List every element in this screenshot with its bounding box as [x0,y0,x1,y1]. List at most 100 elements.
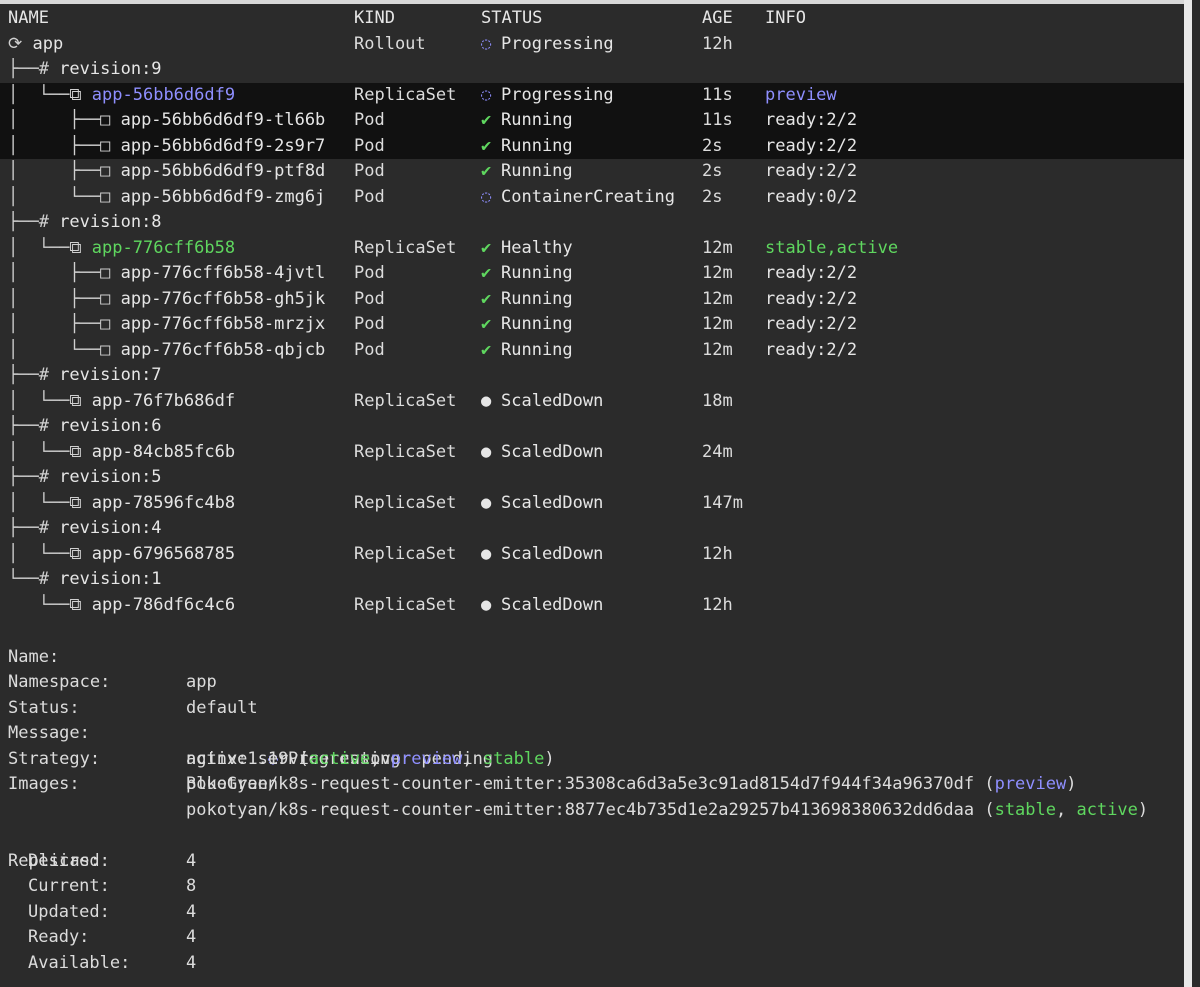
progress-icon: ◌ [481,84,492,105]
row-status-text: Progressing [501,84,614,105]
row-name-cell: │ ├──□ app-776cff6b58-4jvtl [8,261,325,287]
row-name: app-6796568785 [91,543,236,564]
replica-value: 4 [186,927,197,947]
table-row[interactable]: │ ├──□ app-776cff6b58-4jvtl Pod ✔ Running 12… [0,261,1192,287]
row-age: 12h [702,543,733,564]
table-row[interactable]: ├──# revision:4 [0,516,1192,542]
replica-value: 4 [186,850,197,871]
row-kind: Pod [354,288,385,309]
table-row[interactable]: │ └──⧉ app-6796568785 ReplicaSet ● ScaledDo… [0,542,1192,568]
row-kind: ReplicaSet [354,492,457,513]
header-kind: KIND [354,8,395,28]
row-kind: Pod [354,339,385,360]
row-kind: ReplicaSet [354,237,457,258]
row-status-text: Running [501,161,573,181]
image-value: pokotyan/k8s-request-counter-emitter:353… [186,774,1077,794]
row-info: ready:2/2 [765,161,858,181]
row-status: ● ScaledDown [481,440,603,466]
row-info: ready:2/2 [765,314,858,334]
table-row[interactable]: │ ├──□ app-776cff6b58-gh5jk Pod ✔ Running 12… [0,287,1192,313]
table-row[interactable]: ├──# revision:8 [0,210,1192,236]
row-kind: ReplicaSet [354,441,457,462]
image-tag: active [1076,799,1138,820]
row-status: ◌ Progressing [481,32,614,58]
table-row[interactable]: │ └──⧉ app-78596fc4b8 ReplicaSet ● ScaledDo… [0,491,1192,517]
tree-connector: │ └──⧉ [8,441,92,462]
row-name-cell: └──# revision:1 [8,567,162,593]
row-status-text: ScaledDown [501,390,604,411]
row-name: app-776cff6b58-qbjcb [120,339,326,360]
table-row[interactable]: ⟳ app Rollout ◌ Progressing 12h [0,32,1192,58]
table-row[interactable]: │ ├──□ app-56bb6d6df9-ptf8d Pod ✔ Running 2s… [0,159,1192,185]
table-row[interactable]: │ └──⧉ app-76f7b686df ReplicaSet ● ScaledDo… [0,389,1192,415]
row-kind: Pod [354,135,385,156]
row-age: 18m [702,390,733,411]
table-row[interactable]: │ └──⧉ app-776cff6b58 ReplicaSet ✔ Healthy 1… [0,236,1192,262]
check-icon: ✔ [481,263,492,283]
row-name: revision:9 [59,59,162,79]
row-age: 12m [702,288,733,309]
dot-icon: ● [481,543,492,564]
table-row[interactable]: └──# revision:1 [0,567,1192,593]
row-status: ◌ Progressing [481,83,614,109]
table-row[interactable]: │ ├──□ app-56bb6d6df9-tl66b Pod ✔ Running 11… [0,108,1192,134]
tree-connector: │ └──□ [8,186,121,207]
table-row[interactable]: │ ├──□ app-56bb6d6df9-2s9r7 Pod ✔ Running 2s… [0,133,1192,160]
replica-row: Ready: 4 [0,925,1192,951]
image-row: pokotyan/k8s-request-counter-emitter:353… [0,772,1192,798]
row-age: 2s [702,135,723,156]
table-row[interactable]: ├──# revision:7 [0,363,1192,389]
tree-connector: ├──# [8,365,60,385]
row-status-text: Running [501,135,573,156]
replica-value: 8 [186,876,197,896]
row-kind: ReplicaSet [354,594,457,615]
row-name-cell: │ └──⧉ app-76f7b686df [8,389,235,415]
table-row[interactable]: │ └──□ app-776cff6b58-qbjcb Pod ✔ Running 12… [0,338,1192,364]
row-name: app [32,33,64,54]
row-name-cell: │ └──⧉ app-6796568785 [8,542,235,568]
replica-label: Ready: [28,927,90,947]
table-row[interactable]: │ └──⧉ app-56bb6d6df9 ReplicaSet ◌ Progress… [0,82,1192,109]
dot-icon: ● [481,441,492,462]
tree-connector: │ └──⧉ [8,390,92,411]
tree-connector: │ └──⧉ [8,84,92,105]
tree-connector: ├──# [8,518,60,538]
table-row[interactable]: │ ├──□ app-776cff6b58-mrzjx Pod ✔ Running 12… [0,312,1192,338]
check-icon: ✔ [481,288,492,309]
image-tag: preview [994,774,1067,794]
header-info: INFO [765,8,806,28]
table-row[interactable]: │ └──□ app-56bb6d6df9-zmg6j Pod ◌ Container… [0,185,1192,211]
row-info: stable,active [765,237,899,258]
row-info: ready:2/2 [765,110,858,130]
row-age: 12m [702,314,733,334]
row-status: ● ScaledDown [481,542,603,568]
row-name: app-776cff6b58 [91,237,236,258]
row-age: 12h [702,33,733,54]
row-info: ready:2/2 [765,135,858,156]
tree-connector: ⟳ [8,33,33,54]
row-name: revision:8 [59,212,162,232]
table-row[interactable]: ├──# revision:6 [0,414,1192,440]
row-name-cell: └──⧉ app-786df6c4c6 [8,593,235,619]
row-name: app-76f7b686df [91,390,236,411]
table-row[interactable]: ├──# revision:5 [0,465,1192,491]
image-row: pokotyan/k8s-request-counter-emitter:887… [0,798,1192,824]
table-row[interactable]: ├──# revision:9 [0,57,1192,83]
row-name: app-78596fc4b8 [91,492,236,513]
row-name-cell: │ ├──□ app-56bb6d6df9-2s9r7 [8,134,325,160]
tree-connector: │ ├──□ [8,314,121,334]
detail-status-row: Status: ◌ Progressing [0,670,1192,769]
row-kind: Pod [354,314,385,334]
creating-icon: ◌ [481,186,492,207]
replica-row: Updated: 4 [0,900,1192,926]
table-row[interactable]: │ └──⧉ app-84cb85fc6b ReplicaSet ● ScaledDo… [0,440,1192,466]
row-info: preview [765,84,837,105]
row-name: revision:4 [59,518,162,538]
row-name-cell: │ └──□ app-776cff6b58-qbjcb [8,338,325,364]
check-icon: ✔ [481,339,492,360]
image-value: pokotyan/k8s-request-counter-emitter:887… [186,799,1149,820]
table-row[interactable]: └──⧉ app-786df6c4c6 ReplicaSet ● ScaledDown… [0,593,1192,619]
dot-icon: ● [481,594,492,615]
row-status: ● ScaledDown [481,389,603,415]
tree-connector: │ └──□ [8,339,121,360]
